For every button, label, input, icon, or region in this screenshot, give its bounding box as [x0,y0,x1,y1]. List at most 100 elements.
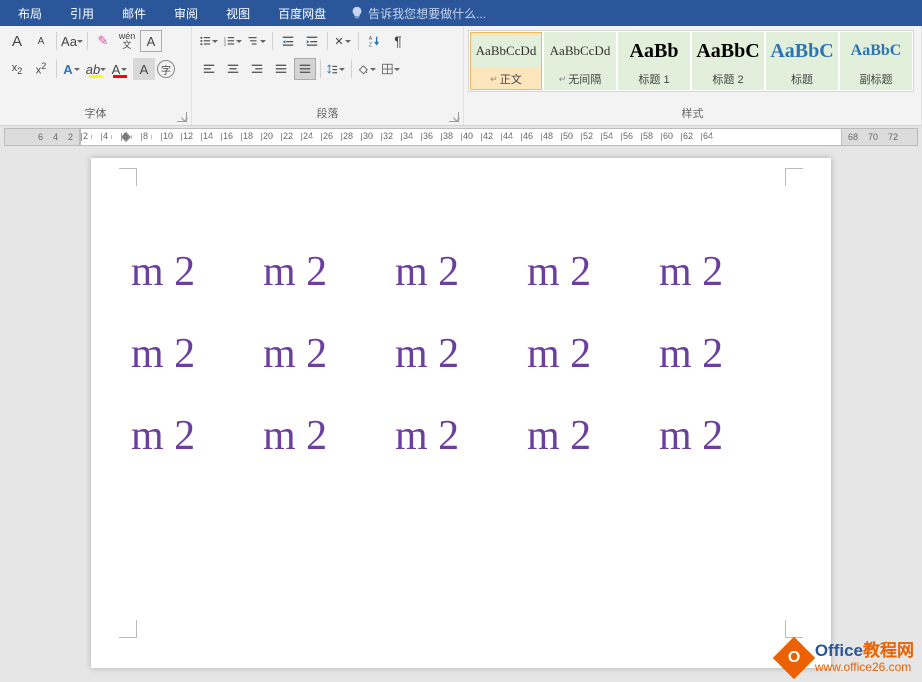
ruler-tick: 34 [401,129,421,145]
numbering-button[interactable]: 123 [222,30,244,52]
shrink-font-button[interactable]: A [30,30,52,52]
style-name: 标题 1 [638,71,669,87]
align-center-button[interactable] [222,58,244,80]
subscript-button[interactable]: x2 [6,58,28,80]
show-marks-button[interactable]: ¶ [387,30,409,52]
watermark-title: Office教程网 [815,642,914,661]
shading-button[interactable] [356,58,378,80]
tab-view[interactable]: 视图 [212,0,264,26]
align-distributed-button[interactable] [294,58,316,80]
document-text[interactable]: m 2 [263,248,395,296]
ruler-tick: 12 [181,129,201,145]
document-text[interactable]: m 2 [395,330,527,378]
document-text[interactable]: m 2 [527,412,659,460]
multilevel-button[interactable] [246,30,268,52]
ruler-tick: 40 [461,129,481,145]
align-justify-button[interactable] [270,58,292,80]
page[interactable]: m 2m 2m 2m 2m 2m 2m 2m 2m 2m 2m 2m 2m 2m… [91,158,831,668]
ruler-tick: 2 [81,129,101,145]
document-text[interactable]: m 2 [659,330,791,378]
margin-corner-icon [119,168,137,186]
change-case-button[interactable]: Aa [61,30,83,52]
document-text[interactable]: m 2 [527,330,659,378]
paragraph-group-label: 段落 [192,103,463,125]
document-text[interactable]: m 2 [131,248,263,296]
style-name: 副标题 [860,71,893,87]
ribbon: A A Aa ✎ wén文 A x2 x2 A ab A A 字 字体 [0,26,922,126]
grow-font-button[interactable]: A [6,30,28,52]
borders-button[interactable] [380,58,402,80]
ruler-tick: 52 [581,129,601,145]
enclose-char-button[interactable]: 字 [157,60,175,78]
document-text[interactable]: m 2 [263,330,395,378]
tab-layout[interactable]: 布局 [4,0,56,26]
ruler-tick: 8 [141,129,161,145]
document-text[interactable]: m 2 [527,248,659,296]
text-effects-button[interactable]: A [61,58,83,80]
align-left-button[interactable] [198,58,220,80]
document-text[interactable]: m 2 [131,330,263,378]
menubar: 布局 引用 邮件 审阅 视图 百度网盘 告诉我您想要做什么... [0,0,922,26]
bullets-button[interactable] [198,30,220,52]
style-normal[interactable]: AaBbCcDd ↵正文 [470,32,542,90]
ruler[interactable]: 642 246810121416182022242628303234363840… [0,126,922,148]
increase-indent-button[interactable] [301,30,323,52]
decrease-indent-button[interactable] [277,30,299,52]
tab-references[interactable]: 引用 [56,0,108,26]
document-text[interactable]: m 2 [263,412,395,460]
ruler-tick: 60 [661,129,681,145]
lightbulb-icon [350,6,364,20]
tab-mailings[interactable]: 邮件 [108,0,160,26]
svg-text:3: 3 [224,42,227,47]
asian-layout-button[interactable]: ✕ [332,30,354,52]
watermark: O Office教程网 www.office26.com [779,642,914,674]
ruler-tick: 62 [681,129,701,145]
style-title[interactable]: AaBbC 标题 [766,32,838,90]
style-preview: AaBbC [696,35,759,67]
ruler-tick: 16 [221,129,241,145]
char-border-button[interactable]: A [140,30,162,52]
style-nospacing[interactable]: AaBbCcDd ↵无间隔 [544,32,616,90]
style-heading1[interactable]: AaBb 标题 1 [618,32,690,90]
style-preview: AaBb [630,35,679,67]
tell-me[interactable]: 告诉我您想要做什么... [340,5,496,22]
tab-review[interactable]: 审阅 [160,0,212,26]
font-color-button[interactable]: A [109,58,131,80]
ruler-tick: 50 [561,129,581,145]
document-text[interactable]: m 2 [395,412,527,460]
document-content[interactable]: m 2m 2m 2m 2m 2m 2m 2m 2m 2m 2m 2m 2m 2m… [131,248,791,460]
ruler-tick: 30 [361,129,381,145]
document-area[interactable]: m 2m 2m 2m 2m 2m 2m 2m 2m 2m 2m 2m 2m 2m… [0,148,922,682]
paragraph-dialog-launcher[interactable] [449,112,459,122]
ruler-tick: 44 [501,129,521,145]
ruler-tick: 26 [321,129,341,145]
document-text[interactable]: m 2 [395,248,527,296]
style-name: 正文 [500,71,522,87]
document-text[interactable]: m 2 [131,412,263,460]
line-spacing-button[interactable] [325,58,347,80]
ruler-tick: 28 [341,129,361,145]
font-dialog-launcher[interactable] [177,112,187,122]
align-right-button[interactable] [246,58,268,80]
phonetic-guide-button[interactable]: wén文 [116,30,138,52]
style-preview: AaBbC [770,35,833,67]
font-group: A A Aa ✎ wén文 A x2 x2 A ab A A 字 字体 [0,26,192,125]
style-preview: AaBbCcDd [471,35,541,67]
style-heading2[interactable]: AaBbC 标题 2 [692,32,764,90]
superscript-button[interactable]: x2 [30,58,52,80]
char-shading-button[interactable]: A [133,58,155,80]
clear-format-button[interactable]: ✎ [92,30,114,52]
tab-baidudisk[interactable]: 百度网盘 [264,0,340,26]
document-text[interactable]: m 2 [659,248,791,296]
ruler-tick: 10 [161,129,181,145]
ruler-scale[interactable]: 2468101214161820222426283032343638404244… [80,128,918,146]
sort-button[interactable]: AZ [363,30,385,52]
ruler-tick: 46 [521,129,541,145]
style-gallery: AaBbCcDd ↵正文 AaBbCcDd ↵无间隔 AaBb 标题 1 AaB… [468,30,914,92]
ruler-left-margin: 642 [4,128,80,146]
document-text[interactable]: m 2 [659,412,791,460]
highlight-button[interactable]: ab [85,58,107,80]
ruler-tick: 6 [121,129,141,145]
ruler-tick: 56 [621,129,641,145]
style-subtitle[interactable]: AaBbC 副标题 [840,32,912,90]
